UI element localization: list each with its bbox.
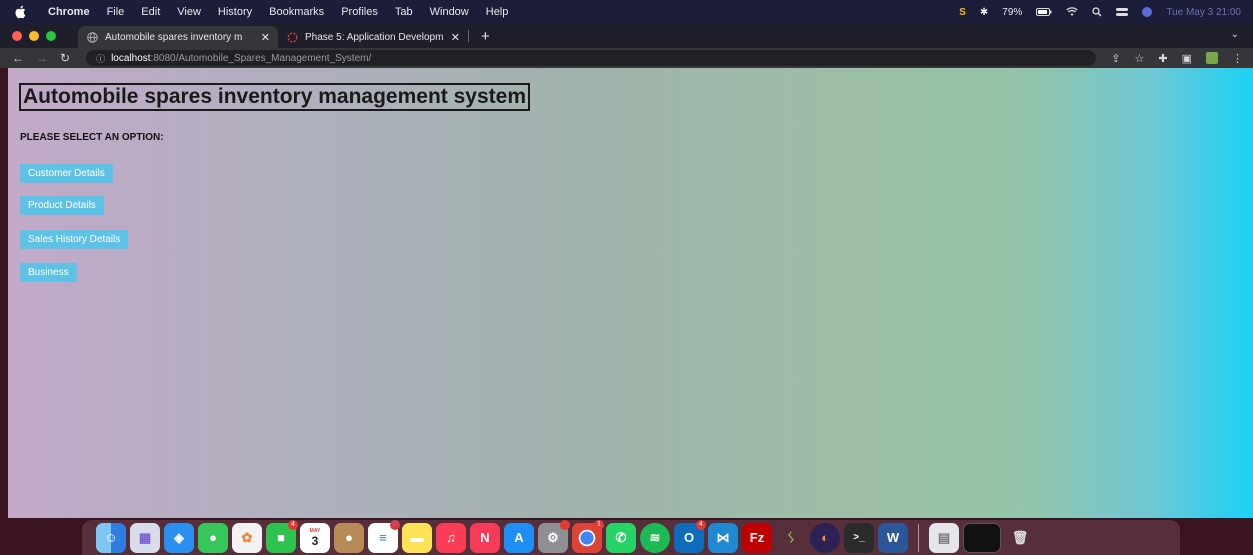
calendar-day: 3 [311,533,319,548]
minimize-window-button[interactable] [29,31,39,41]
documents-stack-icon[interactable]: ▤ [929,522,959,553]
terminal-icon[interactable]: >_ [844,522,874,553]
tab-title: Phase 5: Application Developm [305,31,444,43]
facetime-icon[interactable]: ■ 4 [266,519,298,553]
tab-automobile-spares[interactable]: Automobile spares inventory m ✕ [78,26,278,48]
calendar-icon[interactable]: MAY 3 [300,522,330,553]
side-panel-icon[interactable]: ▣ [1182,52,1192,65]
outlook-icon[interactable]: O4 [674,519,706,553]
close-window-button[interactable] [12,31,22,41]
menu-bookmarks[interactable]: Bookmarks [269,6,324,18]
browser-tab-strip: Automobile spares inventory m ✕ Phase 5:… [0,24,1253,48]
business-button[interactable]: Business [20,263,77,282]
page-content: Automobile spares inventory management s… [8,68,1253,518]
minimized-window-icon[interactable] [963,522,1001,553]
menu-bar: Chrome File Edit View History Bookmarks … [0,0,1253,24]
address-bar[interactable]: ⓘ localhost :8080/Automobile_Spares_Mana… [86,50,1097,66]
menu-file[interactable]: File [107,6,125,18]
menu-edit[interactable]: Edit [141,6,160,18]
tab-phase-5[interactable]: Phase 5: Application Developm ✕ [278,26,468,48]
reminders-badge: 3 [390,519,400,530]
menu-window[interactable]: Window [430,6,469,18]
siri-icon[interactable] [1142,7,1153,17]
page-title: Automobile spares inventory management s… [19,83,530,111]
forward-arrow-icon[interactable]: → [36,51,48,65]
messages-icon[interactable]: ● [198,522,228,553]
safari-icon[interactable]: ◈ [164,522,194,553]
control-center-icon[interactable] [1116,7,1129,17]
zoom-window-button[interactable] [46,31,56,41]
sales-history-details-button[interactable]: Sales History Details [20,230,129,249]
menu-help[interactable]: Help [486,6,509,18]
whatsapp-icon[interactable]: ✆ [606,522,636,553]
loading-spinner-icon [286,31,298,43]
share-icon[interactable]: ⇪ [1111,52,1120,65]
chrome-icon[interactable]: 1 [572,519,604,553]
wifi-icon[interactable] [1066,7,1078,17]
notes-icon[interactable]: ▬ [402,522,432,553]
sourcetree-icon[interactable]: ᛊ [776,523,806,553]
site-info-icon[interactable]: ⓘ [96,52,105,65]
new-tab-button[interactable]: + [481,28,490,45]
address-path: :8080/Automobile_Spares_Management_Syste… [150,52,372,64]
facetime-badge: 4 [288,519,298,530]
dock: ☺ ▦ ◈ ● ✿ ■ 4 MAY 3 ● ≡ 3 ▬ ♫ N A ⚙ 1 ✆ ≋ … [82,519,1180,555]
status-app-icon[interactable]: S [959,7,966,18]
battery-percent: 79% [1002,6,1023,18]
apple-icon[interactable] [14,5,26,19]
finder-icon[interactable]: ☺ [96,522,126,553]
globe-icon [86,31,98,43]
eclipse-icon[interactable]: ◐ [810,522,840,553]
contacts-icon[interactable]: ● [334,522,364,553]
spotify-icon[interactable]: ≋ [640,522,670,553]
customer-details-button[interactable]: Customer Details [20,164,113,183]
reminders-icon[interactable]: ≡ 3 [368,519,400,553]
system-preferences-icon[interactable]: ⚙ [538,519,570,553]
browser-toolbar: ← → ↻ ⓘ localhost :8080/Automobile_Spare… [0,48,1253,68]
product-details-button[interactable]: Product Details [20,196,104,215]
bookmark-star-icon[interactable]: ☆ [1135,52,1145,65]
outlook-badge: 4 [696,519,706,530]
menu-view[interactable]: View [177,6,201,18]
address-host: localhost [111,52,151,64]
select-option-prompt: PLEASE SELECT AN OPTION: [20,132,164,143]
app-store-icon[interactable]: A [504,522,534,553]
filezilla-icon[interactable]: Fz [742,522,772,553]
reload-icon[interactable]: ↻ [60,51,70,65]
tab-divider [468,30,469,42]
profile-avatar[interactable] [1206,52,1218,64]
menu-history[interactable]: History [218,6,252,18]
launchpad-icon[interactable]: ▦ [130,522,160,553]
tab-search-chevron-icon[interactable]: ⌄ [1231,29,1239,40]
settings-badge [560,519,570,530]
vscode-icon[interactable]: ⋈ [708,522,738,553]
bluetooth-icon[interactable]: ✱ [980,7,988,18]
tab-title: Automobile spares inventory m [105,31,243,43]
dock-divider [918,523,919,552]
window-controls [12,31,56,41]
photos-icon[interactable]: ✿ [232,522,262,553]
spotlight-search-icon[interactable] [1092,7,1102,17]
music-icon[interactable]: ♫ [436,522,466,553]
chrome-badge: 1 [594,519,604,530]
menubar-clock[interactable]: Tue May 3 21:00 [1166,7,1241,18]
back-arrow-icon[interactable]: ← [12,51,24,65]
extensions-puzzle-icon[interactable]: ✚ [1158,52,1167,65]
trash-icon[interactable]: 🗑 [1005,523,1035,553]
chrome-menu-icon[interactable]: ⋮ [1232,52,1243,65]
word-icon[interactable]: W [878,522,908,553]
close-tab-icon[interactable]: ✕ [451,31,460,44]
news-icon[interactable]: N [470,522,500,553]
menu-tab[interactable]: Tab [395,6,413,18]
menu-app-name[interactable]: Chrome [48,6,90,18]
menu-profiles[interactable]: Profiles [341,6,378,18]
close-tab-icon[interactable]: ✕ [261,31,270,44]
battery-icon[interactable] [1036,8,1052,16]
